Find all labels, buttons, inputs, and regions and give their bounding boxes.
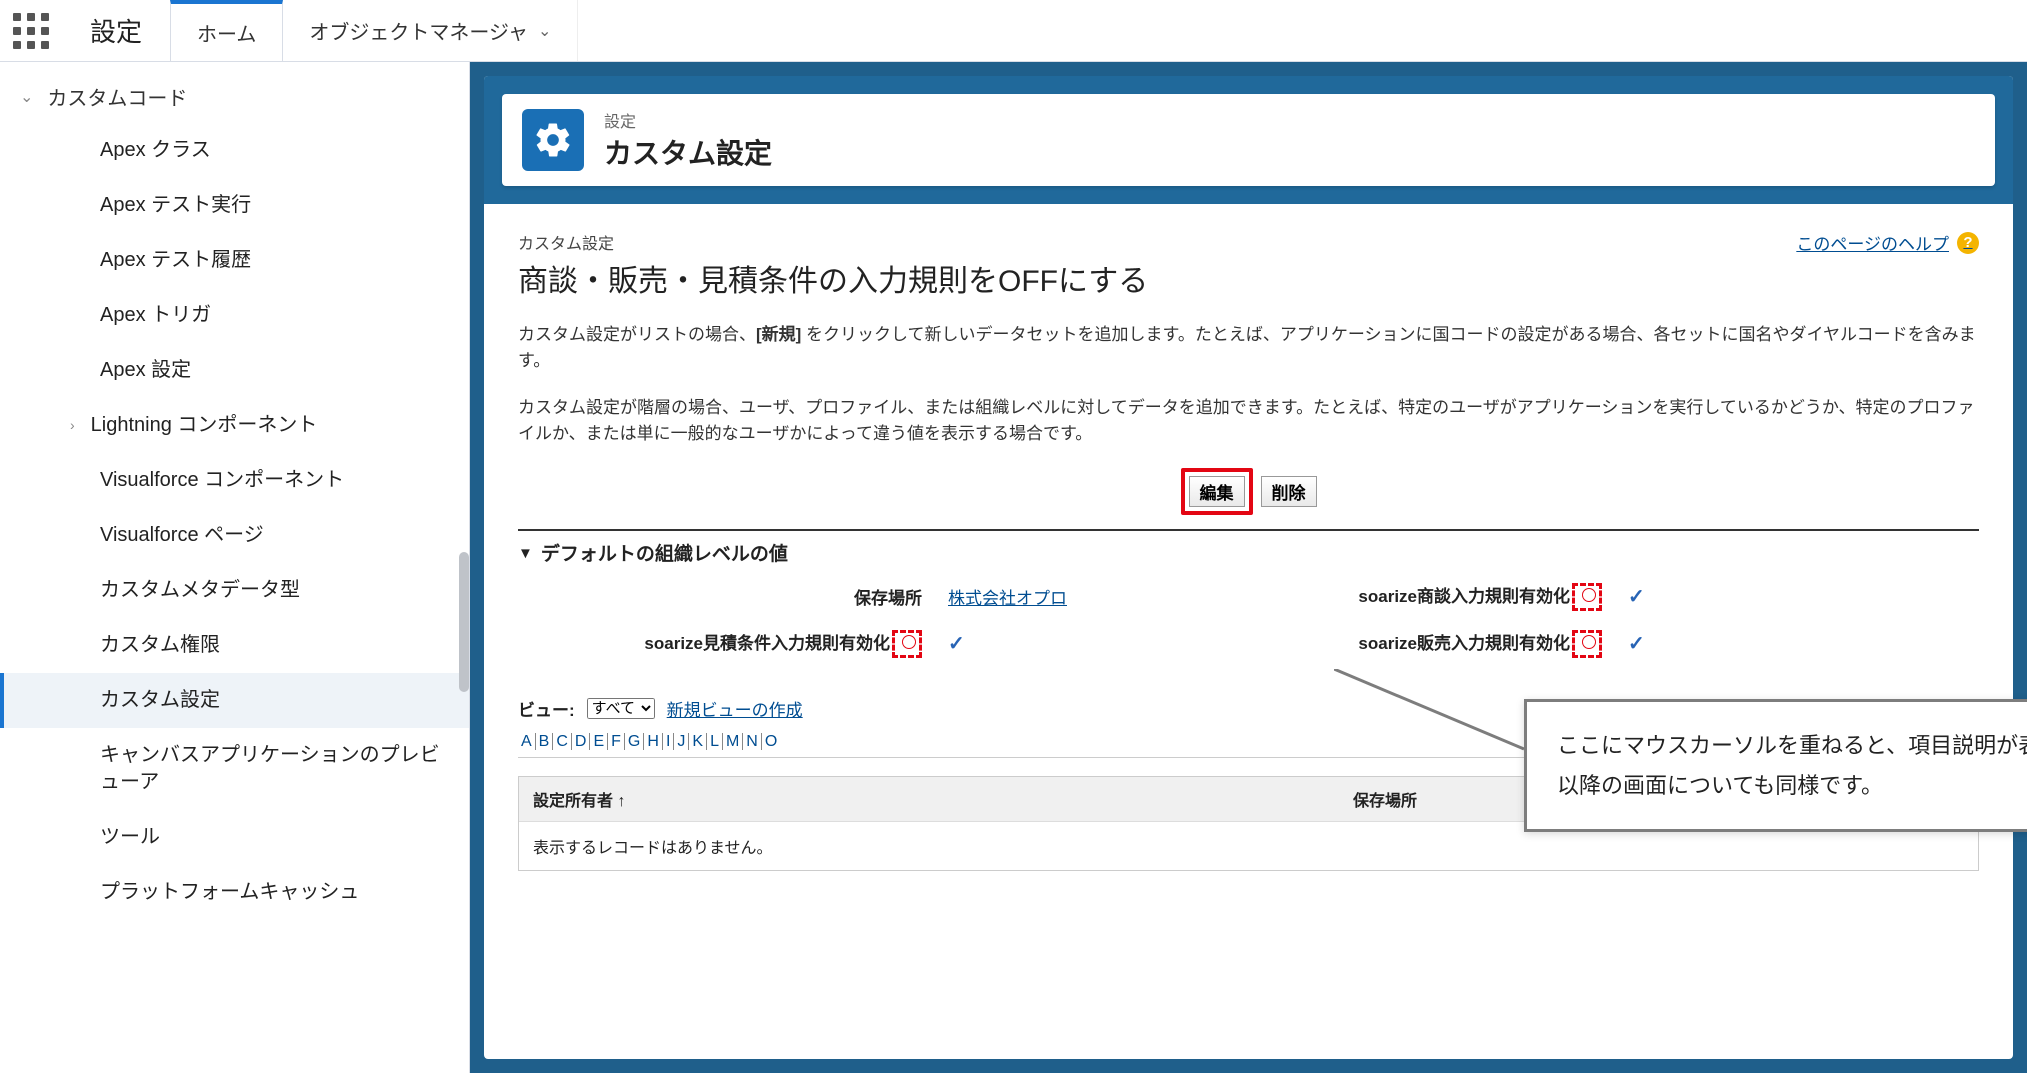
tab-home[interactable]: ホーム xyxy=(170,0,283,61)
check-icon: ✓ xyxy=(1628,633,1645,655)
sidebar-item-lightning-components[interactable]: › Lightning コンポーネント xyxy=(0,398,469,453)
tooltip-callout: ここにマウスカーソルを重ねると、項目説明が表示されます。 以降の画面についても同… xyxy=(1524,699,2027,832)
sidebar-item-apex-classes[interactable]: Apex クラス xyxy=(0,123,469,178)
section-title[interactable]: デフォルトの組織レベルの値 xyxy=(518,539,1979,566)
scrollbar-thumb[interactable] xyxy=(459,552,469,692)
label-quote-rule: soarize見積条件入力規則有効化 xyxy=(518,629,928,658)
alpha-b[interactable]: B xyxy=(536,733,554,750)
alpha-d[interactable]: D xyxy=(572,733,591,750)
sidebar-group-label: カスタムコード xyxy=(47,82,187,111)
page-header-title: カスタム設定 xyxy=(604,132,772,172)
check-icon: ✓ xyxy=(1628,586,1645,608)
page-header-crumb: 設定 xyxy=(604,108,772,132)
alpha-l[interactable]: L xyxy=(707,733,723,750)
main-area: 設定 カスタム設定 カスタム設定 商談・販売・見積条件の入力規則をOFFにする … xyxy=(470,62,2027,1073)
tab-object-manager-label: オブジェクトマネージャ xyxy=(309,16,528,45)
callout-line-2: 以降の画面についても同様です。 xyxy=(1557,766,2027,806)
tab-object-manager[interactable]: オブジェクトマネージャ ⌄ xyxy=(283,0,578,61)
main-layout: ⌄ カスタムコード Apex クラス Apex テスト実行 Apex テスト履歴… xyxy=(0,62,2027,1073)
alpha-f[interactable]: F xyxy=(608,733,625,750)
alpha-c[interactable]: C xyxy=(553,733,572,750)
info-icon[interactable] xyxy=(902,635,916,649)
app-name: 設定 xyxy=(62,0,170,61)
settings-grid: 保存場所 株式会社オプロ soarize商談入力規則有効化 ✓ soarize見… xyxy=(518,582,1979,658)
alpha-o[interactable]: O xyxy=(762,733,780,750)
grid-icon xyxy=(13,13,49,49)
alpha-g[interactable]: G xyxy=(625,733,644,750)
sidebar-item-platform-cache[interactable]: プラットフォームキャッシュ xyxy=(0,865,469,920)
value-opportunity-rule: ✓ xyxy=(1608,584,1708,609)
label-sales-rule: soarize販売入力規則有効化 xyxy=(1208,629,1608,658)
description-2: カスタム設定が階層の場合、ユーザ、プロファイル、または組織レベルに対してデータを… xyxy=(518,395,1979,446)
main-panel: 設定 カスタム設定 カスタム設定 商談・販売・見積条件の入力規則をOFFにする … xyxy=(484,76,2013,1059)
col-owner[interactable]: 設定所有者 ↑ xyxy=(519,777,1339,821)
top-nav: 設定 ホーム オブジェクトマネージャ ⌄ xyxy=(0,0,2027,62)
app-launcher-icon[interactable] xyxy=(0,0,62,61)
alpha-m[interactable]: M xyxy=(723,733,743,750)
help-icon: ? xyxy=(1957,232,1979,254)
check-icon: ✓ xyxy=(948,633,965,655)
section-title-text: デフォルトの組織レベルの値 xyxy=(541,539,788,566)
chevron-right-icon: › xyxy=(70,416,75,435)
alpha-i[interactable]: I xyxy=(663,733,674,750)
label-location: 保存場所 xyxy=(518,584,928,609)
alpha-n[interactable]: N xyxy=(743,733,762,750)
sidebar-item-apex-triggers[interactable]: Apex トリガ xyxy=(0,288,469,343)
action-buttons: 編集 削除 xyxy=(518,468,1979,515)
default-org-section: デフォルトの組織レベルの値 保存場所 株式会社オプロ soarize商談入力規則… xyxy=(518,529,1979,658)
value-sales-rule: ✓ xyxy=(1608,631,1708,656)
alpha-j[interactable]: J xyxy=(674,733,689,750)
sidebar-item-apex-test-history[interactable]: Apex テスト履歴 xyxy=(0,233,469,288)
sidebar-item-apex-test-exec[interactable]: Apex テスト実行 xyxy=(0,178,469,233)
callout-line-1: ここにマウスカーソルを重ねると、項目説明が表示されます。 xyxy=(1557,726,2027,766)
highlight-help-2 xyxy=(892,630,922,658)
edit-button[interactable]: 編集 xyxy=(1189,476,1245,507)
chevron-down-icon: ⌄ xyxy=(538,21,551,41)
page-header-card: 設定 カスタム設定 xyxy=(502,94,1995,186)
sidebar-item-visualforce-components[interactable]: Visualforce コンポーネント xyxy=(0,453,469,508)
value-quote-rule: ✓ xyxy=(928,631,1208,656)
breadcrumb: カスタム設定 xyxy=(518,230,1148,254)
tab-home-label: ホーム xyxy=(197,18,256,47)
info-icon[interactable] xyxy=(1582,635,1596,649)
gear-icon xyxy=(522,109,584,171)
alpha-e[interactable]: E xyxy=(590,733,608,750)
info-icon[interactable] xyxy=(1582,588,1596,602)
chevron-down-icon: ⌄ xyxy=(20,87,33,107)
sidebar-item-visualforce-pages[interactable]: Visualforce ページ xyxy=(0,508,469,563)
new-view-link[interactable]: 新規ビューの作成 xyxy=(667,696,803,721)
page-header: 設定 カスタム設定 xyxy=(484,76,2013,204)
sidebar-item-apex-settings[interactable]: Apex 設定 xyxy=(0,343,469,398)
highlight-help-3 xyxy=(1572,630,1602,658)
triangle-down-icon xyxy=(518,542,533,564)
sidebar-group-custom-code[interactable]: ⌄ カスタムコード xyxy=(0,70,469,123)
label-opportunity-rule: soarize商談入力規則有効化 xyxy=(1208,582,1608,611)
help-link[interactable]: このページのヘルプ ? xyxy=(1796,230,1979,255)
alpha-h[interactable]: H xyxy=(644,733,663,750)
sidebar-item-custom-permissions[interactable]: カスタム権限 xyxy=(0,618,469,673)
setup-sidebar: ⌄ カスタムコード Apex クラス Apex テスト実行 Apex テスト履歴… xyxy=(0,62,470,1073)
sidebar-item-canvas-previewer[interactable]: キャンバスアプリケーションのプレビューア xyxy=(0,728,469,810)
sidebar-item-label: Lightning コンポーネント xyxy=(91,412,318,439)
content-area: カスタム設定 商談・販売・見積条件の入力規則をOFFにする このページのヘルプ … xyxy=(484,204,2013,897)
sidebar-item-custom-settings[interactable]: カスタム設定 xyxy=(0,673,469,728)
delete-button[interactable]: 削除 xyxy=(1261,476,1317,507)
alpha-k[interactable]: K xyxy=(689,733,707,750)
help-link-text: このページのヘルプ xyxy=(1796,230,1949,255)
page-title: 商談・販売・見積条件の入力規則をOFFにする xyxy=(518,256,1148,300)
view-select[interactable]: すべて xyxy=(587,698,655,719)
alpha-a[interactable]: A xyxy=(518,733,536,750)
highlight-edit: 編集 xyxy=(1181,468,1253,515)
view-label: ビュー: xyxy=(518,696,575,721)
description-1: カスタム設定がリストの場合、[新規] をクリックして新しいデータセットを追加しま… xyxy=(518,322,1979,373)
sidebar-item-custom-metadata[interactable]: カスタムメタデータ型 xyxy=(0,563,469,618)
sort-asc-icon: ↑ xyxy=(617,793,625,810)
value-location: 株式会社オプロ xyxy=(928,584,1208,609)
sidebar-item-tools[interactable]: ツール xyxy=(0,810,469,865)
highlight-help-1 xyxy=(1572,583,1602,611)
org-link[interactable]: 株式会社オプロ xyxy=(948,589,1067,608)
